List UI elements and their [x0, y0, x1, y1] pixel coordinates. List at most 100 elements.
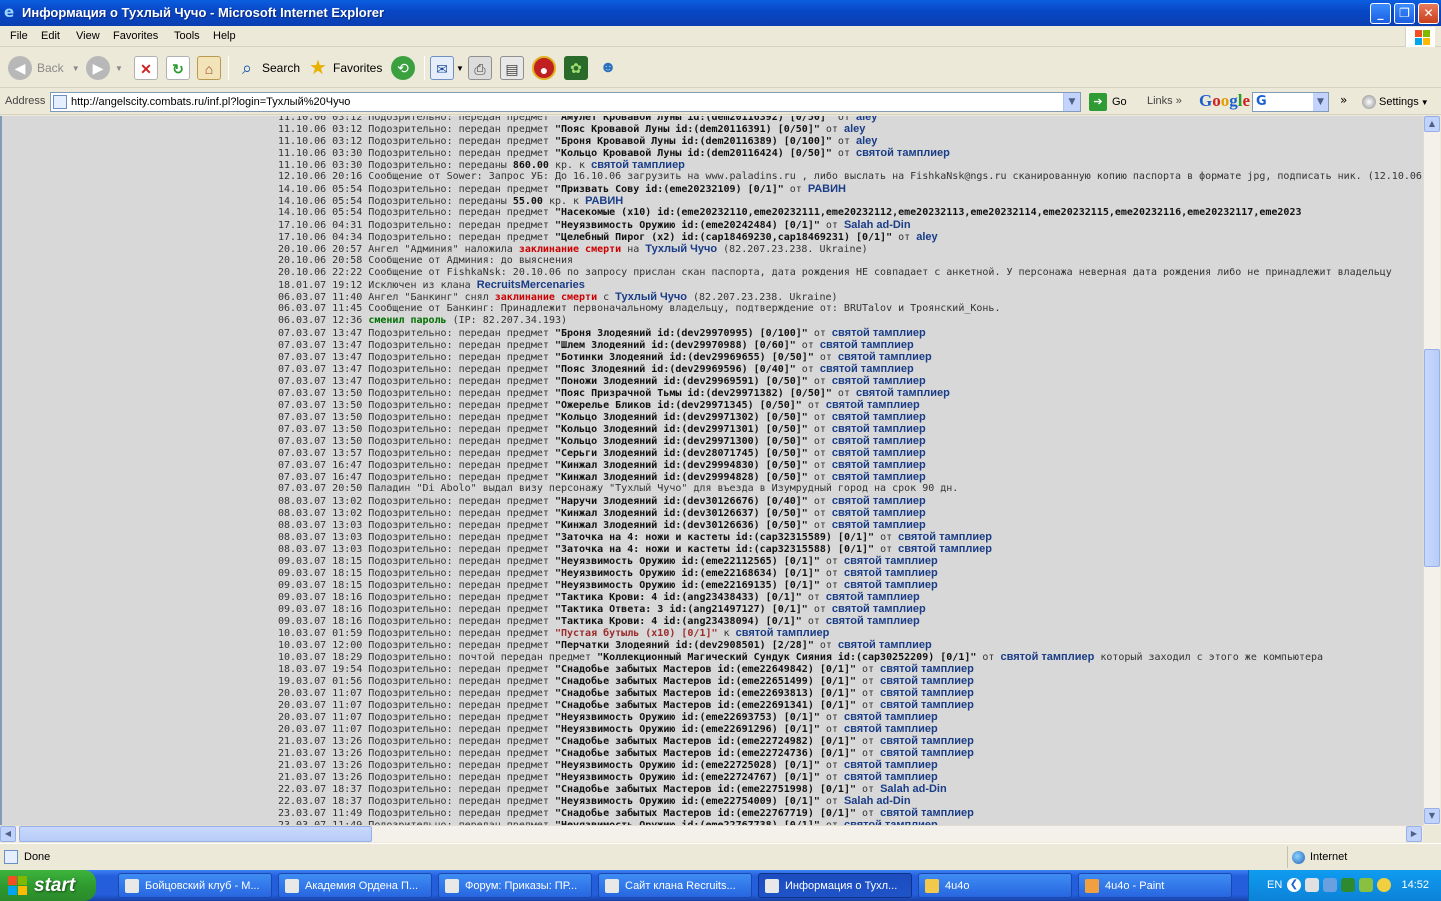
scroll-left-button[interactable]: ◀ [0, 826, 16, 842]
user-link[interactable]: святой тамплиер [880, 807, 974, 819]
taskbar-button[interactable]: Академия Ордена П... [278, 873, 432, 898]
user-link[interactable]: святой тамплиер [832, 447, 926, 459]
user-link[interactable]: Salah ad-Din [880, 783, 947, 795]
stop-button[interactable]: ✕ [134, 54, 158, 82]
user-link[interactable]: святой тамплиер [826, 591, 920, 603]
network-tray-icon[interactable] [1323, 878, 1337, 892]
mail-button[interactable]: ✉ ▼ [430, 54, 464, 82]
messenger-button[interactable]: ☻ [596, 54, 620, 82]
title-bar[interactable]: e Информация о Тухлый Чучо - Microsoft I… [0, 0, 1441, 26]
history-button[interactable]: ⟲ [391, 54, 420, 82]
taskbar-button[interactable]: 4u4o - Paint [1078, 873, 1232, 898]
taskbar-button[interactable]: 4u4o [918, 873, 1072, 898]
user-link[interactable]: святой тамплиер [832, 423, 926, 435]
user-link[interactable]: святой тамплиер [832, 411, 926, 423]
user-link[interactable]: святой тамплиер [880, 747, 974, 759]
user-link[interactable]: святой тамплиер [826, 615, 920, 627]
user-link[interactable]: святой тамплиер [832, 519, 926, 531]
user-link[interactable]: святой тамплиер [591, 159, 685, 171]
user-link[interactable]: святой тамплиер [880, 735, 974, 747]
user-link[interactable]: святой тамплиер [856, 147, 950, 159]
user-link[interactable]: святой тамплиер [826, 399, 920, 411]
user-link[interactable]: святой тамплиер [880, 699, 974, 711]
menu-edit[interactable]: Edit [41, 30, 60, 42]
user-link[interactable]: святой тамплиер [832, 327, 926, 339]
user-link[interactable]: святой тамплиер [1000, 651, 1094, 663]
steam-tray-icon[interactable] [1305, 878, 1319, 892]
vertical-scrollbar[interactable]: ▲ ▼ [1423, 116, 1440, 825]
start-button[interactable]: start [0, 870, 96, 901]
user-link[interactable]: святой тамплиер [898, 543, 992, 555]
google-dropdown-icon[interactable]: ▼ [1313, 93, 1328, 111]
user-link[interactable]: aley [916, 231, 937, 243]
messenger-tray-icon[interactable] [1377, 878, 1391, 892]
menu-help[interactable]: Help [213, 30, 236, 42]
user-link[interactable]: святой тамплиер [838, 351, 932, 363]
toolbar-extension-2[interactable]: ✿ [564, 54, 588, 82]
taskbar-button[interactable]: Форум: Приказы: ПР... [438, 873, 592, 898]
taskbar-button[interactable]: Информация о Тухл... [758, 873, 912, 898]
user-link[interactable]: святой тамплиер [844, 711, 938, 723]
search-button[interactable]: ⌕ Search [235, 54, 300, 82]
security-zone[interactable]: Internet [1287, 846, 1437, 868]
go-button[interactable]: ➔ Go [1089, 93, 1127, 111]
language-indicator[interactable]: EN [1267, 879, 1282, 891]
user-link[interactable]: святой тамплиер [832, 471, 926, 483]
user-link[interactable]: святой тамплиер [880, 663, 974, 675]
user-link[interactable]: святой тамплиер [832, 507, 926, 519]
user-link[interactable]: святой тамплиер [898, 531, 992, 543]
user-link[interactable]: святой тамплиер [838, 639, 932, 651]
user-link[interactable]: святой тамплиер [832, 375, 926, 387]
refresh-button[interactable]: ↻ [166, 54, 190, 82]
user-link[interactable]: святой тамплиер [832, 459, 926, 471]
user-link[interactable]: aley [844, 123, 865, 135]
links-button[interactable]: Links » [1147, 95, 1182, 107]
user-link[interactable]: РАВИН [585, 195, 623, 207]
favorites-button[interactable]: ★ Favorites [306, 54, 382, 82]
back-button[interactable]: ◀ Back ▼ [8, 54, 80, 82]
user-link[interactable]: святой тамплиер [844, 555, 938, 567]
settings-button[interactable]: Settings ▼ [1362, 95, 1429, 109]
user-link[interactable]: святой тамплиер [844, 771, 938, 783]
user-link[interactable]: Тухлый Чучо [615, 291, 687, 303]
user-link[interactable]: святой тамплиер [880, 675, 974, 687]
user-link[interactable]: святой тамплиер [880, 687, 974, 699]
taskbar-button[interactable]: Бойцовский клуб - М... [118, 873, 272, 898]
taskbar-button[interactable]: Сайт клана Recruits... [598, 873, 752, 898]
tray-expand-icon[interactable]: ❮ [1287, 878, 1301, 892]
user-link[interactable]: святой тамплиер [844, 579, 938, 591]
print-button[interactable]: ⎙ [468, 54, 492, 82]
user-link[interactable]: RecruitsMercenaries [477, 279, 585, 291]
user-link[interactable]: святой тамплиер [856, 387, 950, 399]
google-more-icon[interactable]: » [1340, 93, 1347, 107]
forward-dropdown-icon[interactable]: ▼ [115, 64, 123, 73]
mail-dropdown-icon[interactable]: ▼ [456, 64, 464, 73]
close-button[interactable]: ✕ [1418, 3, 1439, 24]
chart-tray-icon[interactable] [1359, 878, 1373, 892]
back-dropdown-icon[interactable]: ▼ [72, 64, 80, 73]
vertical-scroll-thumb[interactable] [1424, 349, 1440, 567]
menu-tools[interactable]: Tools [174, 30, 200, 42]
forward-button[interactable]: ▶ ▼ [86, 54, 123, 82]
edit-button[interactable]: ▤ [500, 54, 524, 82]
menu-view[interactable]: View [76, 30, 100, 42]
horizontal-scroll-thumb[interactable] [19, 826, 372, 842]
google-search-input[interactable]: G ▼ [1252, 92, 1329, 112]
horizontal-scrollbar[interactable]: ◀ ▶ [0, 825, 1423, 842]
user-link[interactable]: РАВИН [808, 183, 846, 195]
user-link[interactable]: святой тамплиер [844, 567, 938, 579]
user-link[interactable]: святой тамплиер [736, 627, 830, 639]
menu-favorites[interactable]: Favorites [113, 30, 158, 42]
user-link[interactable]: святой тамплиер [832, 495, 926, 507]
app-tray-icon[interactable] [1341, 878, 1355, 892]
user-link[interactable]: Salah ad-Din [844, 795, 911, 807]
user-link[interactable]: aley [856, 116, 877, 123]
address-input[interactable]: http://angelscity.combats.ru/inf.pl?logi… [50, 92, 1081, 112]
home-button[interactable]: ⌂ [197, 54, 221, 82]
user-link[interactable]: Salah ad-Din [844, 219, 911, 231]
scroll-right-button[interactable]: ▶ [1406, 826, 1422, 842]
user-link[interactable]: святой тамплиер [820, 339, 914, 351]
user-link[interactable]: святой тамплиер [844, 723, 938, 735]
user-link[interactable]: святой тамплиер [844, 759, 938, 771]
user-link[interactable]: Тухлый Чучо [645, 243, 717, 255]
